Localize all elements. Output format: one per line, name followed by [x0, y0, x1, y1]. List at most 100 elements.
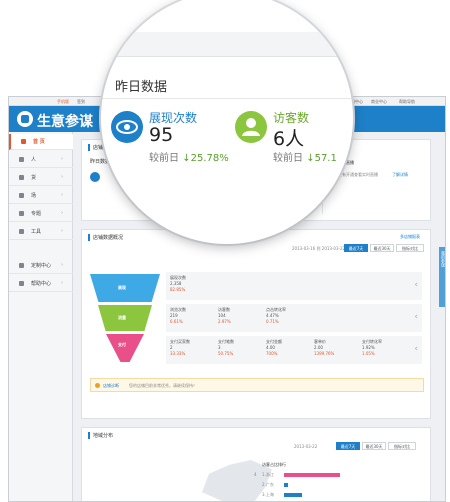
metric-cell: 浏览次数 219 6.61%: [170, 307, 186, 325]
sidebar: 首 页 人 › 货 › 场 › 专题 › 工具 › 定制中心 › 帮助中心 ›: [9, 132, 73, 501]
chevron-right-icon: ›: [61, 262, 63, 268]
diagnosis-tip: 店铺诊断 您的店铺目前非常优秀，请继续保持！: [90, 378, 424, 392]
metric-cell: 支付金额 4.00 700%: [266, 339, 282, 357]
sidebar-item-goods[interactable]: 货 ›: [9, 170, 73, 186]
magnifier-zoom: 昨日数据 展现次数 95 较前日 ↓25.78% 访客数 6人 较前日 ↓57.…: [101, 0, 353, 244]
region-date: 2013-03-22: [294, 444, 318, 449]
visitors-value: 6人: [273, 128, 305, 150]
overview-row-payment: 支付买家数 2 33.33% 支付笔数 3 50.75% 支付金额 4.00 7…: [166, 336, 422, 364]
metric-name: 支付买家数: [170, 339, 190, 344]
metric-cell: 支付买家数 2 33.33%: [170, 339, 190, 357]
funnel-label-traffic: 流量: [118, 315, 126, 320]
chevron-right-icon: ›: [61, 156, 63, 162]
magnified-topbar: [101, 32, 353, 57]
region-row-label: 1.浙江: [262, 472, 274, 477]
metric-cell: 点击转化率 4.47% 0.71%: [266, 307, 286, 325]
help-icon: [19, 281, 24, 286]
tab-last-7-days[interactable]: 最近7天: [344, 244, 368, 252]
tools-icon: [19, 229, 24, 234]
arrow-down-icon: ↓: [182, 153, 191, 164]
sidebar-item-people[interactable]: 人 ›: [9, 152, 73, 168]
tab-metric-compare[interactable]: 指标对比: [388, 442, 416, 450]
impressions-value: 95: [149, 124, 174, 146]
region-bar: [284, 493, 302, 497]
eye-icon: [90, 172, 100, 182]
home-icon: [21, 139, 26, 144]
chevron-left-icon[interactable]: ‹: [414, 280, 418, 290]
chevron-left-icon[interactable]: ‹: [414, 312, 418, 322]
metric-change: 2.97%: [218, 319, 231, 324]
magnified-divider: [101, 98, 353, 99]
chevron-right-icon: ›: [61, 228, 63, 234]
magnified-title: 昨日数据: [115, 80, 168, 95]
topbar-signin-link[interactable]: 签到: [77, 99, 85, 105]
arrow-down-icon: ↓: [306, 153, 315, 164]
sidebar-item-tools[interactable]: 工具 ›: [9, 224, 73, 240]
logo-icon: [17, 111, 33, 127]
region-row-label: 2.广东: [262, 482, 274, 487]
compare-value: 57.1: [314, 153, 337, 164]
warning-icon: [95, 383, 100, 388]
impressions-compare: 较前日 ↓25.78%: [149, 149, 229, 164]
goods-icon: [19, 175, 24, 180]
topbar-help-link[interactable]: 帮助导航: [399, 99, 415, 105]
funnel-stage-payment: [106, 334, 144, 362]
topics-icon: [19, 211, 24, 216]
metric-change: 1399.76%: [314, 351, 335, 356]
overview-date-range: 2013-03-16 到 2013-03-22: [292, 246, 346, 251]
custom-icon: [19, 263, 24, 268]
sidebar-item-custom[interactable]: 定制中心 ›: [9, 258, 73, 274]
sidebar-item-label: 场: [31, 193, 37, 199]
metric-cell: 支付转化率 1.92% 1.05%: [362, 339, 382, 357]
region-bar: [284, 473, 340, 477]
promo-stage: 手机版 签到 客服中心 商业中心 帮助导航 生意参谋 首 页 人 › 货 › 场…: [0, 0, 450, 502]
tab-metric-compare[interactable]: 指标对比: [396, 244, 424, 252]
chevron-right-icon: ›: [61, 174, 63, 180]
my-advisor-label: 我的参谋: [441, 251, 446, 267]
sidebar-item-help[interactable]: 帮助中心 ›: [9, 276, 73, 292]
chevron-left-icon[interactable]: ‹: [414, 344, 418, 354]
multi-shop-report-link[interactable]: 多店铺报表: [400, 234, 420, 240]
funnel-label-impressions: 展现: [118, 285, 126, 290]
sidebar-item-label: 定制中心: [31, 263, 52, 269]
tab-last-7-days[interactable]: 最近7天: [336, 442, 360, 450]
sidebar-item-venue[interactable]: 场 ›: [9, 188, 73, 204]
sidebar-item-label: 工具: [31, 229, 42, 235]
sidebar-item-home[interactable]: 首 页: [9, 134, 73, 150]
tab-last-30-days[interactable]: 最近30天: [362, 442, 386, 450]
funnel-label-payment: 支付: [118, 342, 126, 347]
app-logo[interactable]: 生意参谋: [37, 111, 93, 131]
metric-cell: 客单价 2.00 1399.76%: [314, 339, 334, 357]
compare-label: 较前日: [273, 153, 303, 164]
sidebar-item-label: 专题: [31, 211, 42, 217]
visitors-compare: 较前日 ↓57.1: [273, 149, 337, 164]
metric-cell: 展现次数 2,358 82.85%: [170, 275, 186, 293]
region-row-value: 4: [254, 472, 257, 477]
compare-value: 25.78%: [190, 153, 229, 164]
compare-label: 较前日: [149, 153, 179, 164]
sidebar-item-topics[interactable]: 专题 ›: [9, 206, 73, 222]
metric-change: 82.85%: [170, 287, 186, 292]
overview-row-traffic: 浏览次数 219 6.61% 访客数 104 2.97% 点击转化率 4.47%…: [166, 304, 422, 332]
overview-panel: 店铺数据概况 多店铺报表 2013-03-16 到 2013-03-22 最近7…: [81, 229, 431, 419]
topbar-business-link[interactable]: 商业中心: [371, 99, 387, 105]
people-icon: [19, 157, 24, 162]
topbar-mobile-link[interactable]: 手机版: [57, 99, 69, 105]
sidebar-item-label: 首 页: [33, 139, 45, 145]
chevron-right-icon: ›: [61, 192, 63, 198]
tab-last-30-days[interactable]: 最近30天: [370, 244, 394, 252]
overview-title: 店铺数据概况: [88, 234, 123, 241]
region-row-label: 3.上海: [262, 492, 274, 497]
metric-cell: 访客数 104 2.97%: [218, 307, 231, 325]
live-detail-link[interactable]: 了解详情: [392, 172, 408, 178]
diagnosis-label[interactable]: 店铺诊断: [103, 383, 119, 389]
sidebar-item-label: 人: [31, 157, 37, 163]
sidebar-item-label: 货: [31, 175, 37, 181]
chevron-right-icon: ›: [61, 280, 63, 286]
region-bar: [284, 483, 288, 487]
metric-change: 700%: [266, 351, 278, 356]
metric-change: 1.05%: [362, 351, 375, 356]
my-advisor-tab[interactable]: 我的参谋: [439, 247, 446, 307]
eye-icon: [111, 111, 143, 143]
metric-cell: 支付笔数 3 50.75%: [218, 339, 234, 357]
